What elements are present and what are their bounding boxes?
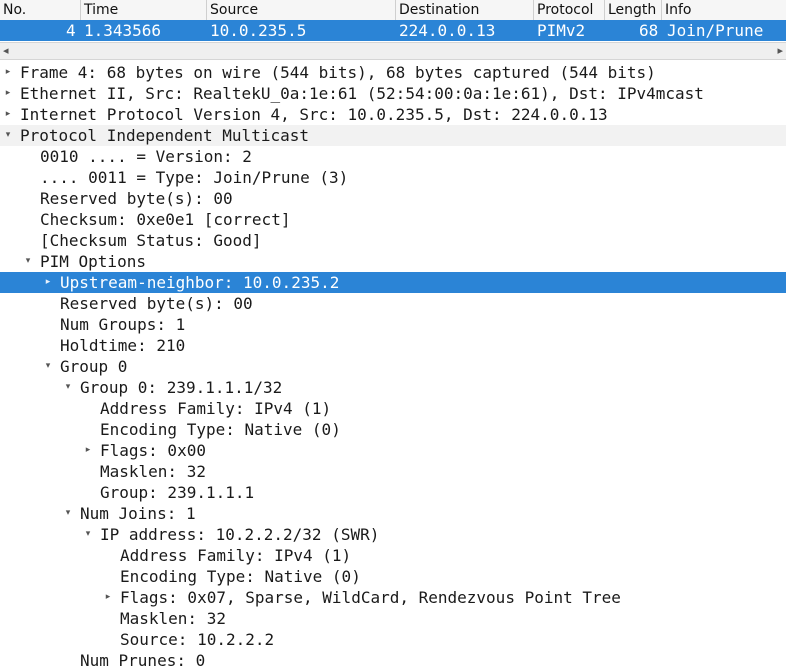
collapse-arrow-icon[interactable]: ▸ [42,272,54,293]
tree-item-label: Address Family: IPv4 (1) [120,546,352,565]
tree-item-label: Frame 4: 68 bytes on wire (544 bits), 68… [20,63,656,82]
tree-item-label: Holdtime: 210 [60,336,186,355]
tree-item[interactable]: Address Family: IPv4 (1) [0,545,786,566]
tree-item[interactable]: Address Family: IPv4 (1) [0,398,786,419]
packet-destination: 224.0.0.13 [399,21,496,40]
tree-item-label: Group: 239.1.1.1 [100,483,255,502]
tree-item-label: Address Family: IPv4 (1) [100,399,332,418]
tree-item[interactable]: Num Prunes: 0 [0,650,786,671]
tree-item-label: Num Prunes: 0 [80,651,206,670]
tree-item[interactable]: ▾ Protocol Independent Multicast [0,125,786,146]
tree-item-label: Masklen: 32 [120,609,226,628]
collapse-arrow-icon[interactable]: ▸ [2,104,14,125]
tree-item[interactable]: Reserved byte(s): 00 [0,293,786,314]
expand-arrow-icon[interactable]: ▾ [82,524,94,545]
expand-arrow-icon[interactable]: ▾ [62,503,74,524]
tree-item-label: Encoding Type: Native (0) [100,420,341,439]
tree-item[interactable]: ▸ Frame 4: 68 bytes on wire (544 bits), 6… [0,62,786,83]
tree-item-label: Internet Protocol Version 4, Src: 10.0.2… [20,105,608,124]
packet-source: 10.0.235.5 [210,21,307,40]
tree-item-label: Reserved byte(s): 00 [40,189,233,208]
tree-item[interactable]: Reserved byte(s): 00 [0,188,786,209]
tree-item-label: Upstream-neighbor: 10.0.235.2 [60,273,340,292]
tree-item[interactable]: Holdtime: 210 [0,335,786,356]
packet-info: Join/Prune [667,21,764,40]
collapse-arrow-icon[interactable]: ▸ [82,440,94,461]
tree-item[interactable]: Masklen: 32 [0,461,786,482]
tree-item-label: PIM Options [40,252,146,271]
expand-arrow-icon[interactable]: ▾ [2,125,14,146]
packet-list-header: No. Time Source Destination Protocol Len… [0,0,786,21]
packet-no: 4 [66,21,76,40]
collapse-arrow-icon[interactable]: ▸ [102,587,114,608]
tree-item-label: Num Joins: 1 [80,504,196,523]
tree-item[interactable]: ▾ Group 0: 239.1.1.1/32 [0,377,786,398]
tree-item-label: Checksum: 0xe0e1 [correct] [40,210,291,229]
tree-item-label: Group 0: 239.1.1.1/32 [80,378,283,397]
tree-item[interactable]: 0010 .... = Version: 2 [0,146,786,167]
expand-arrow-icon[interactable]: ▾ [42,356,54,377]
collapse-arrow-icon[interactable]: ▸ [2,62,14,83]
packet-list: No. Time Source Destination Protocol Len… [0,0,786,42]
column-header-source[interactable]: Source [206,0,395,20]
column-header-info[interactable]: Info [661,0,786,20]
tree-item-label: Ethernet II, Src: RealtekU_0a:1e:61 (52:… [20,84,704,103]
tree-item-label: IP address: 10.2.2.2/32 (SWR) [100,525,380,544]
packet-protocol: PIMv2 [537,21,586,40]
tree-item-label: [Checksum Status: Good] [40,231,262,250]
tree-item-label: Source: 10.2.2.2 [120,630,275,649]
tree-item-label: Protocol Independent Multicast [20,126,309,145]
tree-item[interactable]: Encoding Type: Native (0) [0,566,786,587]
tree-item[interactable]: ▸ Flags: 0x00 [0,440,786,461]
column-header-no[interactable]: No. [0,0,80,20]
tree-item-label: Encoding Type: Native (0) [120,567,361,586]
tree-item[interactable]: ▸ Flags: 0x07, Sparse, WildCard, Rendezvo… [0,587,786,608]
tree-item-label: Flags: 0x00 [100,441,206,460]
packet-length: 68 [639,21,659,40]
tree-item[interactable]: [Checksum Status: Good] [0,230,786,251]
tree-item[interactable]: .... 0011 = Type: Join/Prune (3) [0,167,786,188]
column-header-length[interactable]: Length [604,0,661,20]
column-header-protocol[interactable]: Protocol [533,0,604,20]
tree-item[interactable]: ▸ Ethernet II, Src: RealtekU_0a:1e:61 (52… [0,83,786,104]
tree-item[interactable]: ▸ Upstream-neighbor: 10.0.235.2 [0,272,786,293]
tree-item[interactable]: Checksum: 0xe0e1 [correct] [0,209,786,230]
tree-item-label: 0010 .... = Version: 2 [40,147,252,166]
tree-item[interactable]: ▾ Num Joins: 1 [0,503,786,524]
tree-item-label: Flags: 0x07, Sparse, WildCard, Rendezvou… [120,588,621,607]
tree-item-label: Reserved byte(s): 00 [60,294,253,313]
column-header-time[interactable]: Time [80,0,206,20]
tree-item[interactable]: Num Groups: 1 [0,314,786,335]
tree-item[interactable]: ▾ IP address: 10.2.2.2/32 (SWR) [0,524,786,545]
scroll-left-icon[interactable]: ◂ [3,45,9,57]
tree-item-label: .... 0011 = Type: Join/Prune (3) [40,168,349,187]
tree-item[interactable]: ▸ Internet Protocol Version 4, Src: 10.0.… [0,104,786,125]
expand-arrow-icon[interactable]: ▾ [62,377,74,398]
tree-item[interactable]: Source: 10.2.2.2 [0,629,786,650]
tree-item[interactable]: Group: 239.1.1.1 [0,482,786,503]
tree-item[interactable]: Masklen: 32 [0,608,786,629]
tree-item[interactable]: ▾ Group 0 [0,356,786,377]
expand-arrow-icon[interactable]: ▾ [22,251,34,272]
tree-item-label: Num Groups: 1 [60,315,186,334]
tree-item[interactable]: Encoding Type: Native (0) [0,419,786,440]
packet-time: 1.343566 [84,21,162,40]
tree-item-label: Group 0 [60,357,128,376]
tree-item[interactable]: ▾ PIM Options [0,251,786,272]
column-header-destination[interactable]: Destination [395,0,533,20]
collapse-arrow-icon[interactable]: ▸ [2,83,14,104]
packet-row-selected[interactable]: 4 1.343566 10.0.235.5 224.0.0.13 PIMv2 6… [0,20,786,41]
scroll-right-icon[interactable]: ▸ [777,45,783,57]
tree-item-label: Masklen: 32 [100,462,206,481]
horizontal-scrollbar[interactable]: ◂ ▸ [0,42,786,60]
